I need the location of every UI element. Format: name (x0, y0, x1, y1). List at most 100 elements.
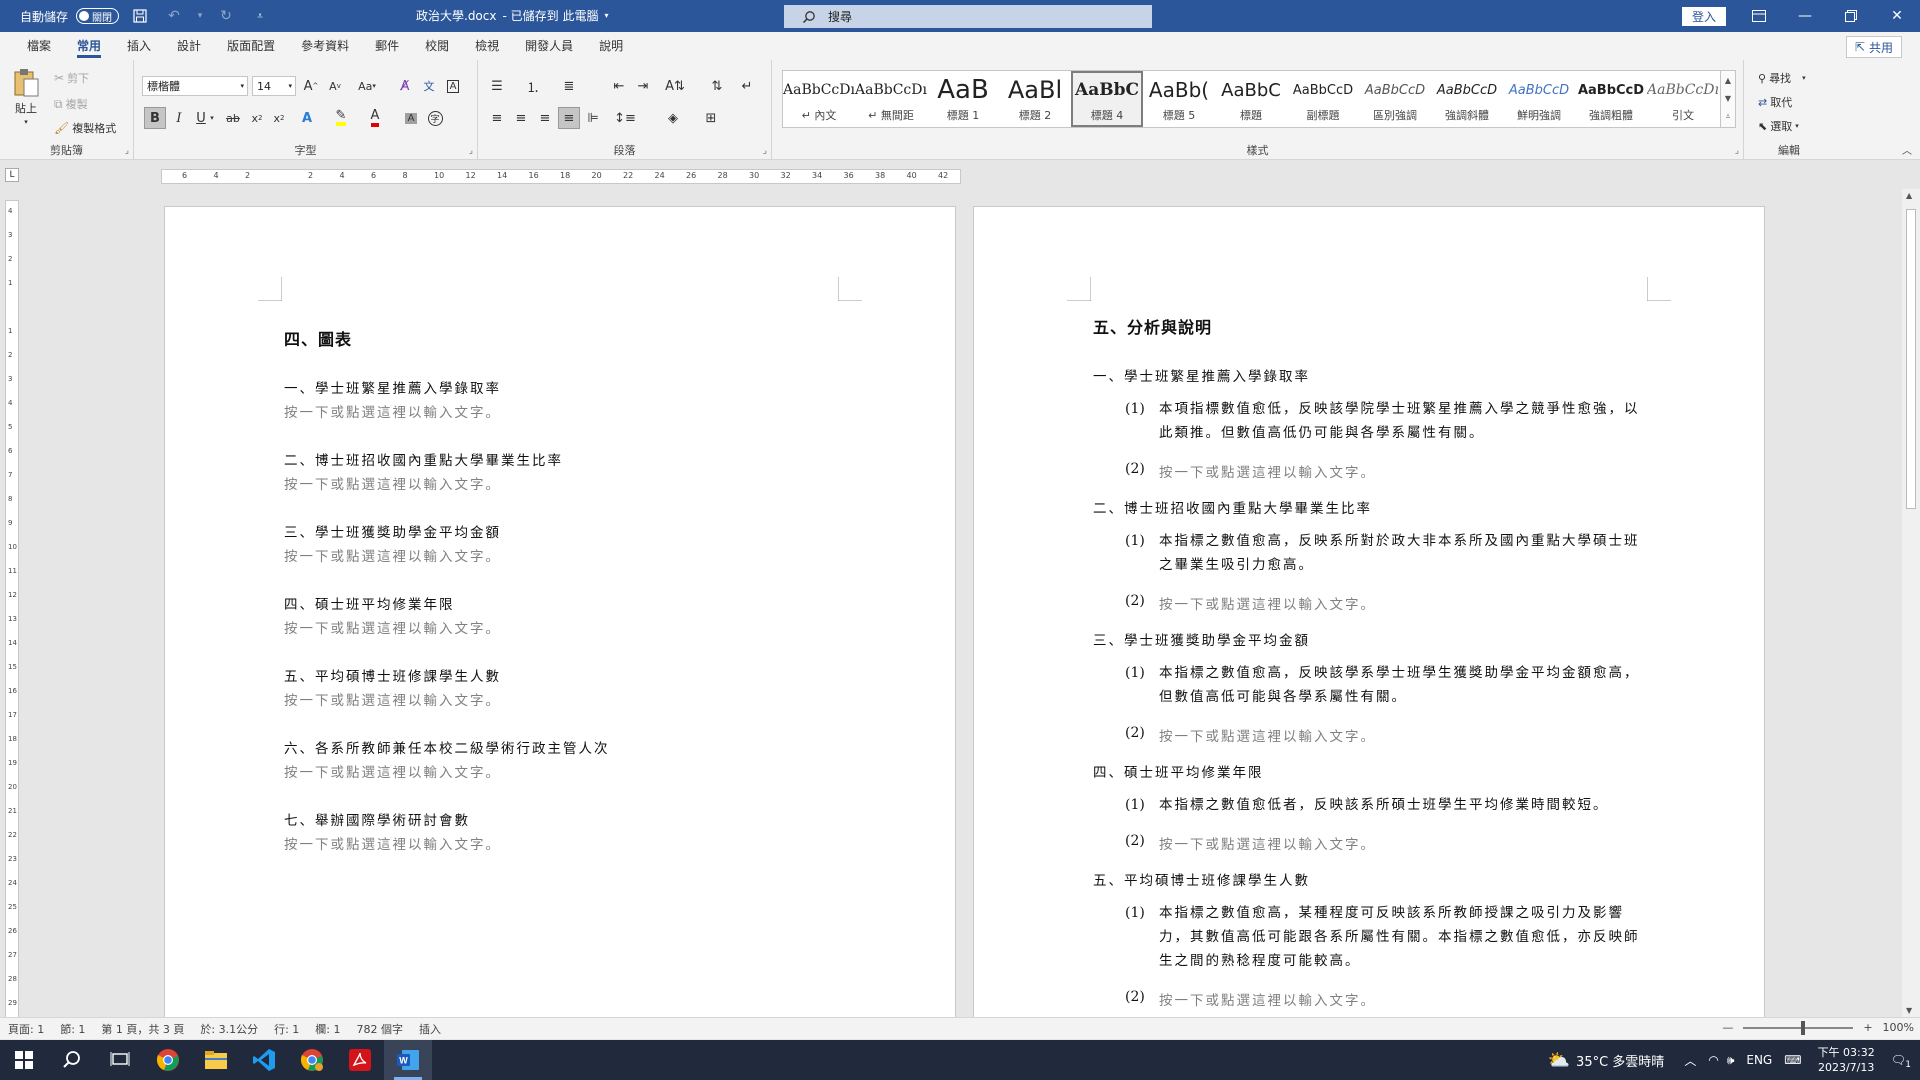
shrink-font-icon[interactable]: Av (324, 75, 346, 97)
zoom-in-icon[interactable]: + (1863, 1021, 1872, 1034)
tab-help[interactable]: 說明 (586, 32, 636, 60)
grow-font-icon[interactable]: A ^ (300, 75, 322, 97)
align-right-icon[interactable]: ≡ (534, 107, 556, 129)
windows-start-icon[interactable] (0, 1040, 48, 1080)
zoom-slider[interactable] (1743, 1020, 1854, 1035)
redo-icon[interactable]: ↻ (213, 4, 239, 28)
tab-developer[interactable]: 開發人員 (512, 32, 586, 60)
gallery-down-icon[interactable]: ▼ (1725, 94, 1731, 103)
status-page[interactable]: 頁面: 1 (8, 1021, 44, 1037)
increase-indent-icon[interactable]: ⇥ (632, 75, 654, 97)
subscript-button[interactable]: x2 (246, 107, 268, 129)
file-explorer-icon[interactable] (192, 1040, 240, 1080)
chrome-profile-icon[interactable] (288, 1040, 336, 1080)
tab-layout[interactable]: 版面配置 (214, 32, 288, 60)
autosave-toggle[interactable]: 關閉 (76, 8, 120, 24)
restore-icon[interactable] (1828, 0, 1874, 32)
text-effects-icon[interactable]: A (296, 107, 318, 129)
undo-icon[interactable]: ↶ (161, 4, 187, 28)
styles-gallery-scroll[interactable]: ▲ ▼ ⩡ (1720, 70, 1736, 128)
status-line[interactable]: 行: 1 (274, 1021, 299, 1037)
asian-layout-icon[interactable]: A⇅ (664, 75, 686, 97)
clock[interactable]: 下午 03:32 2023/7/13 (1806, 1045, 1887, 1075)
dialog-launcher-icon[interactable]: ⌟ (125, 146, 129, 156)
save-icon[interactable] (127, 4, 153, 28)
scroll-up-icon[interactable]: ▲ (1906, 191, 1912, 200)
multilevel-list-icon[interactable]: ≣ (558, 75, 580, 97)
status-section[interactable]: 節: 1 (60, 1021, 85, 1037)
dialog-launcher-icon[interactable]: ⌟ (763, 146, 767, 156)
cut-button[interactable]: ✂ 剪下 (54, 70, 89, 86)
show-formatting-icon[interactable]: ↵ (736, 75, 758, 97)
scroll-thumb[interactable] (1906, 209, 1916, 509)
content-placeholder[interactable]: 按一下或點選這裡以輸入文字。 (1159, 593, 1376, 613)
customize-quick-access-icon[interactable]: ⩡ (247, 4, 273, 28)
show-hidden-icons-icon[interactable]: ︿ (1684, 1052, 1696, 1069)
keyboard-icon[interactable]: ⌨ (1784, 1053, 1801, 1067)
content-placeholder[interactable]: 按一下或點選這裡以輸入文字。 (284, 473, 501, 493)
underline-dropdown-icon[interactable]: ▾ (206, 107, 218, 129)
page-2[interactable]: 五、分析與說明 一、學士班繁星推薦入學錄取率 (1) 本項指標數值愈低，反映該學… (973, 206, 1765, 1017)
select-button[interactable]: ⬉ 選取 ▾ (1758, 118, 1799, 134)
font-size-select[interactable]: 14 ▾ (252, 76, 296, 96)
sort-icon[interactable]: ⇅ (706, 75, 728, 97)
copy-button[interactable]: ⧉ 複製 (54, 96, 88, 112)
volume-icon[interactable]: 🕪 (1727, 1053, 1735, 1068)
style-heading-5[interactable]: AaBb(標題 5 (1143, 71, 1215, 127)
format-painter-button[interactable]: 🖌 複製格式 (54, 120, 116, 136)
word-icon[interactable]: W (384, 1040, 432, 1080)
zoom-out-icon[interactable]: — (1722, 1021, 1733, 1034)
content-placeholder[interactable]: 按一下或點選這裡以輸入文字。 (284, 761, 501, 781)
tab-home[interactable]: 常用 (64, 32, 114, 60)
task-view-icon[interactable] (96, 1040, 144, 1080)
phonetic-guide-icon[interactable]: 文 (418, 75, 440, 97)
tab-review[interactable]: 校閱 (412, 32, 462, 60)
font-color-icon[interactable]: A (364, 107, 386, 129)
minimize-icon[interactable]: — (1782, 0, 1828, 32)
tab-mailings[interactable]: 郵件 (362, 32, 412, 60)
vertical-scrollbar[interactable]: ▲ ▼ (1902, 189, 1920, 1017)
status-page-of[interactable]: 第 1 頁，共 3 頁 (101, 1021, 184, 1037)
gallery-up-icon[interactable]: ▲ (1725, 76, 1731, 85)
style-heading-4[interactable]: AaBbC 標題 4 (1071, 71, 1143, 127)
content-placeholder[interactable]: 按一下或點選這裡以輸入文字。 (1159, 989, 1376, 1009)
tab-references[interactable]: 參考資料 (288, 32, 362, 60)
style-no-spacing[interactable]: AaBbCcDı ↵ 無間距 (855, 71, 927, 127)
content-placeholder[interactable]: 按一下或點選這裡以輸入文字。 (284, 401, 501, 421)
style-intense-emphasis[interactable]: AaBbCcD 鮮明強調 (1503, 71, 1575, 127)
highlight-color-icon[interactable]: ✎ (330, 107, 352, 129)
character-border-icon[interactable]: A (442, 75, 464, 97)
shading-icon[interactable]: ◈ (662, 107, 684, 129)
content-placeholder[interactable]: 按一下或點選這裡以輸入文字。 (1159, 833, 1376, 853)
sign-in-button[interactable]: 登入 (1682, 7, 1726, 26)
document-canvas[interactable]: 四、圖表 一、學士班繁星推薦入學錄取率 按一下或點選這裡以輸入文字。 二、博士班… (24, 189, 1902, 1017)
document-title[interactable]: 政治大學.docx - 已儲存到 此電腦 ▾ (416, 7, 608, 24)
taskbar-search-icon[interactable] (48, 1040, 96, 1080)
change-case-icon[interactable]: Aa ▾ (352, 75, 382, 97)
gallery-more-icon[interactable]: ⩡ (1726, 112, 1731, 122)
bullets-icon[interactable]: ☰ (486, 75, 508, 97)
paste-button[interactable]: 貼上 ▾ (12, 68, 40, 126)
numbering-icon[interactable]: ⒈ (522, 75, 544, 97)
zoom-level[interactable]: 100% (1883, 1021, 1914, 1034)
character-shading-icon[interactable]: A (400, 107, 422, 129)
tab-insert[interactable]: 插入 (114, 32, 164, 60)
vertical-ruler[interactable]: 4 3 2 1 1 2 3 4 5 6 7 8 9 10 11 12 13 14 15 16 17 18 19 20 21 22 2… (5, 200, 19, 1020)
find-button[interactable]: ⚲ 尋找 ▾ (1758, 70, 1806, 86)
style-title[interactable]: AaBbC 標題 (1215, 71, 1287, 127)
notification-icon[interactable]: 🗨 1 (1891, 1053, 1911, 1070)
acrobat-icon[interactable] (336, 1040, 384, 1080)
style-heading-2[interactable]: AaBl 標題 2 (999, 71, 1071, 127)
content-placeholder[interactable]: 按一下或點選這裡以輸入文字。 (1159, 725, 1376, 745)
status-insert-mode[interactable]: 插入 (419, 1021, 441, 1037)
replace-button[interactable]: ⇄ 取代 (1758, 94, 1792, 110)
style-normal[interactable]: AaBbCcDı ↵ 內文 (783, 71, 855, 127)
style-subtitle[interactable]: AaBbCcD 副標題 (1287, 71, 1359, 127)
align-center-icon[interactable]: ≡ (510, 107, 532, 129)
input-language[interactable]: ENG (1746, 1053, 1772, 1067)
strikethrough-button[interactable]: ab (222, 107, 244, 129)
align-left-icon[interactable]: ≡ (486, 107, 508, 129)
vscode-icon[interactable] (240, 1040, 288, 1080)
style-heading-1[interactable]: AaB 標題 1 (927, 71, 999, 127)
dialog-launcher-icon[interactable]: ⌟ (1735, 146, 1739, 156)
